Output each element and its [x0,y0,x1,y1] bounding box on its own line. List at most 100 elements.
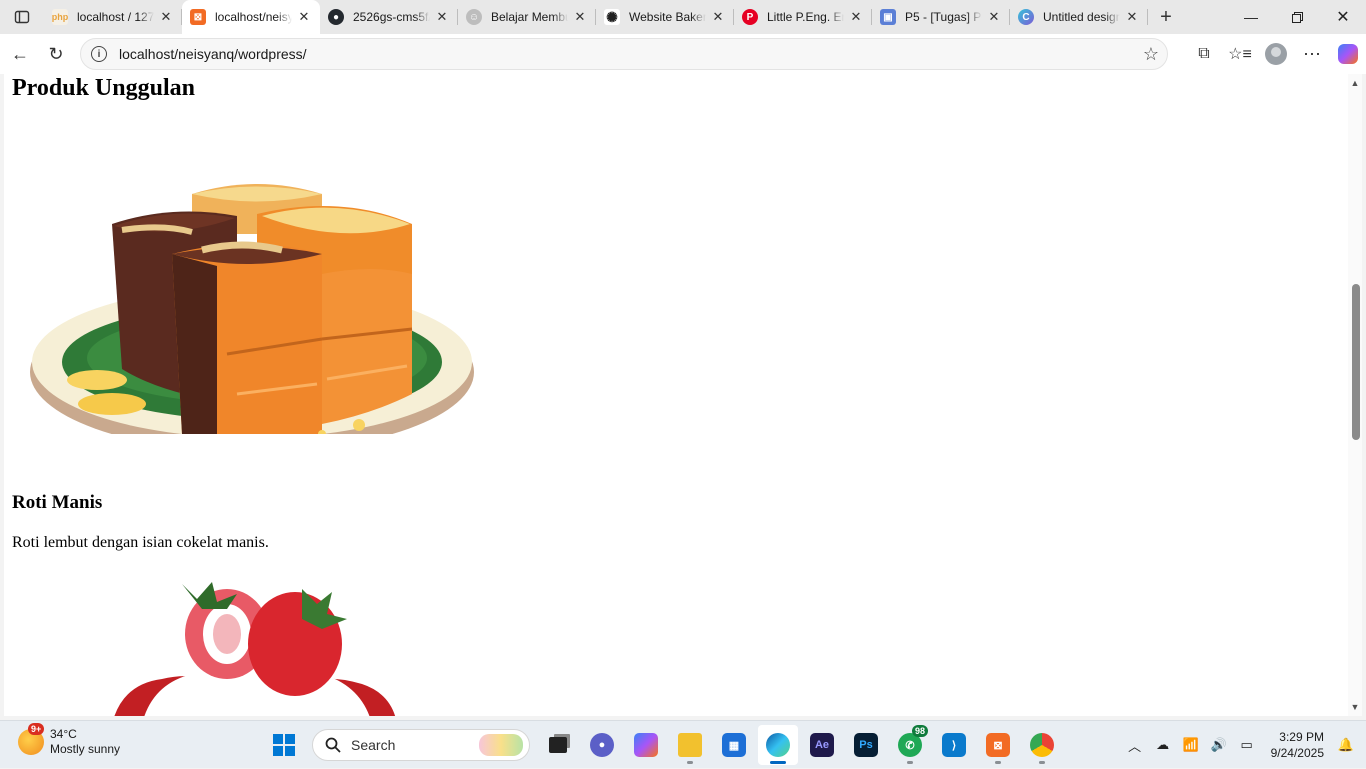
close-tab-icon[interactable]: ✕ [1124,9,1140,25]
extensions-button[interactable]: ⧉ [1186,36,1222,72]
tab-phpmyadmin[interactable]: php localhost / 127.0.0.1 ✕ [44,0,182,34]
copilot-icon [1338,44,1358,64]
tab-chatgpt[interactable]: ✺ Website Bakery ✕ [596,0,734,34]
whatsapp-button[interactable]: ✆ 98 [890,725,930,765]
tab-github[interactable]: ● 2526gs-cms5f/... ✕ [320,0,458,34]
vscode-button[interactable]: ⟩ [934,725,974,765]
copilot-taskbar-button[interactable] [626,725,666,765]
sun-icon: 9+ [18,723,45,755]
folder-icon [678,733,702,757]
start-button[interactable] [264,725,304,765]
search-icon [325,737,341,753]
close-tab-icon[interactable]: ✕ [848,9,864,25]
taskbar-search[interactable]: Search [312,729,530,761]
page-scrollbar[interactable]: ▲ ▼ [1348,74,1362,716]
profile-button[interactable] [1258,36,1294,72]
site-info-icon[interactable]: i [91,46,107,62]
ellipsis-icon: ⋯ [1303,43,1321,64]
strawberry-cake-image [114,582,396,716]
tab-title: localhost / 127.0.0.1 [77,10,154,24]
tab-title: P5 - [Tugas] Pe [905,10,982,24]
volume-icon[interactable]: 🔊 [1207,737,1231,753]
whatsapp-badge: 98 [911,725,928,737]
pinterest-icon: P [742,9,758,25]
weather-desc: Mostly sunny [50,742,121,756]
new-tab-button[interactable]: + [1148,0,1184,34]
classroom-icon: ▣ [880,9,896,25]
puzzle-icon: ⧉ [1198,45,1210,62]
face-icon: ☺ [466,9,482,25]
xampp-icon: ⊠ [190,9,206,25]
address-url[interactable]: localhost/neisyanq/wordpress/ [119,46,307,62]
xampp-button[interactable]: ⊠ [978,725,1018,765]
close-icon: ✕ [1336,9,1350,26]
clock[interactable]: 3:29 PM 9/24/2025 [1271,729,1324,761]
close-tab-icon[interactable]: ✕ [572,9,588,25]
roti-manis-image [30,184,474,434]
weather-badge: 9+ [28,723,45,735]
store-button[interactable]: ▦ [714,725,754,765]
tab-title: Untitled design [1043,10,1120,24]
taskbar-apps: Search ● ▦ Ae Ps ✆ 98 ⟩ ⊠ [262,725,1064,765]
close-tab-icon[interactable]: ✕ [158,9,174,25]
scroll-down-icon[interactable]: ▼ [1350,702,1360,712]
tray-app-icon[interactable]: ☁ [1151,737,1175,753]
more-options-button[interactable]: ⋯ [1294,36,1330,72]
scrollbar-thumb[interactable] [1352,284,1360,440]
edge-button[interactable] [758,725,798,765]
show-hidden-icons-button[interactable]: ︿ [1123,736,1147,755]
system-tray: ︿ ☁ 📶 🔊 ▭ 3:29 PM 9/24/2025 🔔 [1121,721,1366,769]
battery-icon[interactable]: ▭ [1235,737,1259,753]
refresh-button[interactable]: ↻ [38,36,74,72]
task-view-button[interactable] [538,725,578,765]
close-tab-icon[interactable]: ✕ [710,9,726,25]
after-effects-button[interactable]: Ae [802,725,842,765]
page-viewport: Produk Unggulan Roti Manis Roti lembut d… [4,74,1362,716]
close-tab-icon[interactable]: ✕ [296,9,312,25]
tab-wordpress[interactable]: ⊠ localhost/neisyanq/wordpress/ ✕ [182,0,320,34]
product-description: Roti lembut dengan isian cokelat manis. [12,534,269,551]
window-controls: — ✕ [1228,0,1366,34]
tab-title: 2526gs-cms5f/... [353,10,430,24]
tab-canva[interactable]: C Untitled design ✕ [1010,0,1148,34]
scroll-up-icon[interactable]: ▲ [1350,78,1360,88]
close-tab-icon[interactable]: ✕ [434,9,450,25]
windows-logo-icon [273,734,295,756]
address-bar[interactable]: i localhost/neisyanq/wordpress/ ☆ [80,38,1168,70]
tab-strip: php localhost / 127.0.0.1 ✕ ⊠ localhost/… [0,0,1366,34]
github-icon: ● [328,9,344,25]
windows-taskbar: 9+ 34°C Mostly sunny Search ● ▦ Ae Ps ✆ … [0,720,1366,768]
close-window-button[interactable]: ✕ [1320,0,1366,34]
xampp-icon: ⊠ [986,733,1010,757]
chrome-button[interactable] [1022,725,1062,765]
minimize-button[interactable]: — [1228,0,1274,34]
notifications-icon[interactable]: 🔔 [1334,737,1358,753]
favorites-icon: ☆≡ [1228,46,1252,63]
copilot-button[interactable] [1330,36,1366,72]
tab-classroom[interactable]: ▣ P5 - [Tugas] Pe ✕ [872,0,1010,34]
back-button[interactable]: ← [2,36,38,72]
weather-widget[interactable]: 9+ 34°C Mostly sunny [18,723,121,757]
canva-icon: C [1018,9,1034,25]
chat-icon: ● [590,733,614,757]
tab-belajar[interactable]: ☺ Belajar Membuat ✕ [458,0,596,34]
back-arrow-icon: ← [11,43,29,64]
restore-button[interactable] [1274,0,1320,34]
clock-time: 3:29 PM [1279,730,1324,744]
close-tab-icon[interactable]: ✕ [986,9,1002,25]
wifi-icon[interactable]: 📶 [1179,737,1203,753]
phpmyadmin-icon: php [52,9,68,25]
vscode-icon: ⟩ [942,733,966,757]
photoshop-icon: Ps [854,733,878,757]
chat-app-button[interactable]: ● [582,725,622,765]
edge-icon [766,733,790,757]
photoshop-button[interactable]: Ps [846,725,886,765]
favorites-button[interactable]: ☆≡ [1222,36,1258,72]
file-explorer-button[interactable] [670,725,710,765]
refresh-icon: ↻ [48,43,64,64]
tab-pinterest[interactable]: P Little P.Eng. En ✕ [734,0,872,34]
favorite-star-icon[interactable]: ☆ [1143,44,1159,65]
tab-actions-button[interactable] [0,0,44,34]
search-placeholder: Search [351,737,396,753]
tab-actions-icon [14,10,30,24]
